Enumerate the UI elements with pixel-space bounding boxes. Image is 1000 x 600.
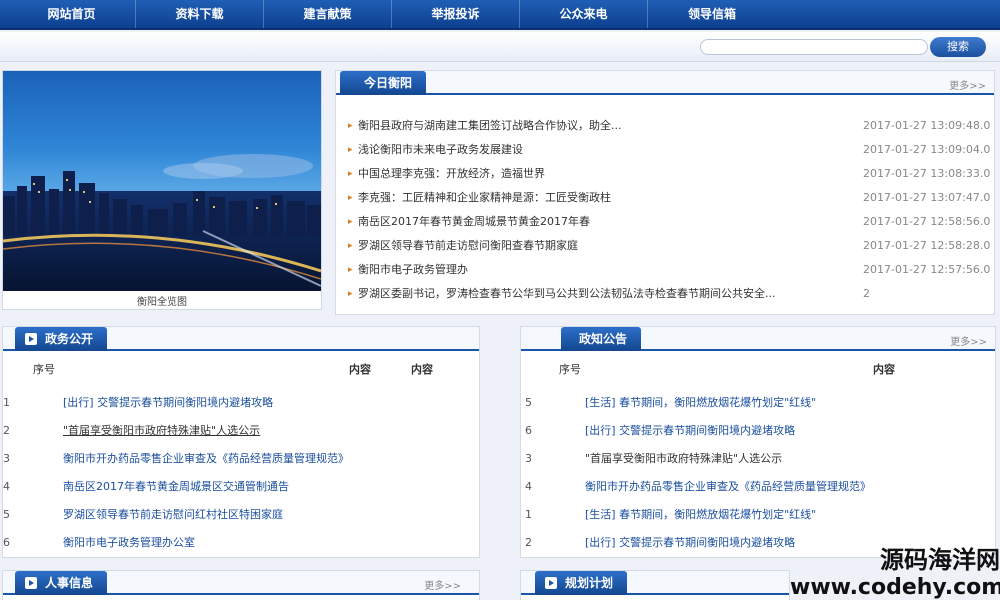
row-link[interactable]: 南岳区2017年春节黄金周城景区交通管制通告 xyxy=(63,473,289,501)
news-row: ▸ 罗湖区领导春节前走访慰问衡阳查春节期家庭 2017-01-27 12:58:… xyxy=(348,234,991,258)
arrow-square-icon xyxy=(25,577,37,589)
news-date: 2017-01-27 12:58:56.0 xyxy=(863,215,991,228)
row-link[interactable]: [出行] 交警提示春节期间衡阳境内避堵攻略 xyxy=(63,389,273,417)
news-title[interactable]: 中国总理李克强：开放经济，造福世界 xyxy=(358,162,828,186)
city-photo-panel: 衡阳全览图 xyxy=(2,70,322,310)
row-index: 6 xyxy=(3,536,10,549)
hr-info-panel: 人事信息 更多>> xyxy=(2,570,480,600)
news-row: ▸ 浅论衡阳市未来电子政务发展建设 2017-01-27 13:09:04.0 xyxy=(348,138,991,162)
hr-more-link[interactable]: 更多>> xyxy=(424,577,461,592)
news-title[interactable]: 李克强：工匠精神和企业家精神是源：工匠受衡政柱 xyxy=(358,186,828,210)
bullet-icon: ▸ xyxy=(348,241,353,251)
row-index: 6 xyxy=(525,424,532,437)
news-row: ▸ 南岳区2017年春节黄金周城景节黄金2017年春 2017-01-27 12… xyxy=(348,210,991,234)
row-index: 4 xyxy=(525,480,532,493)
site-watermark: 源码海洋网 www.codehy.com xyxy=(790,540,1000,600)
tab-notices[interactable]: 政知公告 xyxy=(561,327,642,351)
news-title[interactable]: 南岳区2017年春节黄金周城景节黄金2017年春 xyxy=(358,210,828,234)
notice-panel: 政知公告 更多>> 序号 内容 5 [生活] 春节期间，衡阳燃放烟花爆竹划定"红… xyxy=(520,326,996,558)
row-index: 4 xyxy=(3,480,10,493)
row-link[interactable]: 衡阳市电子政务管理办公室 xyxy=(63,529,195,557)
today-news-panel: 今日衡阳 更多>> ▸ 衡阳县政府与湖南建工集团签订战略合作协议，助全... 2… xyxy=(335,70,995,315)
bullet-icon: ▸ xyxy=(348,121,353,131)
row-link[interactable]: 罗湖区领导春节前走访慰问红村社区特困家庭 xyxy=(63,501,283,529)
row-index: 3 xyxy=(3,452,10,465)
row-index: 2 xyxy=(525,536,532,549)
city-skyline-illustration xyxy=(3,154,321,291)
news-date: 2017-01-27 12:57:56.0 xyxy=(863,263,991,276)
col-header-content: 内容 xyxy=(349,363,371,376)
top-nav: 网站首页 资料下载 建言献策 举报投诉 公众来电 领导信箱 xyxy=(0,0,1000,30)
row-index: 2 xyxy=(3,424,10,437)
notice-panel-header: 政知公告 更多>> xyxy=(521,327,995,351)
arrow-square-icon xyxy=(545,577,557,589)
row-link[interactable]: "首届享受衡阳市政府特殊津贴"人选公示 xyxy=(63,417,260,445)
row-index: 5 xyxy=(525,396,532,409)
bullet-icon: ▸ xyxy=(348,169,353,179)
today-panel-header: 今日衡阳 更多>> xyxy=(336,71,994,95)
news-title[interactable]: 罗湖区领导春节前走访慰问衡阳查春节期家庭 xyxy=(358,234,828,258)
row-link[interactable]: [生活] 春节期间，衡阳燃放烟花爆竹划定"红线" xyxy=(585,389,816,417)
tab-today-hengyang[interactable]: 今日衡阳 xyxy=(340,71,427,95)
tab-planning[interactable]: 规划计划 xyxy=(535,571,628,595)
bullet-icon: ▸ xyxy=(348,193,353,203)
col-header-content-2: 内容 xyxy=(411,363,433,376)
bullet-icon: ▸ xyxy=(348,217,353,227)
bullet-icon: ▸ xyxy=(348,145,353,155)
nav-item-suggestions[interactable]: 建言献策 xyxy=(264,0,392,28)
hr-panel-header: 人事信息 更多>> xyxy=(3,571,479,595)
bullet-icon: ▸ xyxy=(348,265,353,275)
news-title[interactable]: 浅论衡阳市未来电子政务发展建设 xyxy=(358,138,828,162)
search-button[interactable]: 搜索 xyxy=(930,37,986,57)
row-link[interactable]: [出行] 交警提示春节期间衡阳境内避堵攻略 xyxy=(585,529,795,557)
news-title[interactable]: 衡阳市电子政务管理办 xyxy=(358,258,828,282)
row-index: 3 xyxy=(525,452,532,465)
gov-panel-header: 政务公开 xyxy=(3,327,479,351)
news-row: ▸ 罗湖区委副书记，罗涛检查春节公华到马公共到公法韧弘法寺检查春节期间公共安全.… xyxy=(348,282,988,306)
today-more-link[interactable]: 更多>> xyxy=(949,77,986,92)
news-row: ▸ 衡阳县政府与湖南建工集团签订战略合作协议，助全... 2017-01-27 … xyxy=(348,114,991,138)
nav-item-leader-mailbox[interactable]: 领导信箱 xyxy=(648,0,776,28)
bullet-icon: ▸ xyxy=(348,289,353,299)
watermark-url: www.codehy.com xyxy=(790,575,1000,600)
photo-caption: 衡阳全览图 xyxy=(137,297,187,308)
nav-item-home[interactable]: 网站首页 xyxy=(8,0,136,28)
news-date: 2017-01-27 12:58:28.0 xyxy=(863,239,991,252)
gov-affairs-panel: 政务公开 序号 内容 内容 1 [出行] 交警提示春节期间衡阳境内避堵攻略 2 … xyxy=(2,326,480,558)
watermark-text: 源码海洋网 xyxy=(880,545,1000,574)
news-row: ▸ 中国总理李克强：开放经济，造福世界 2017-01-27 13:08:33.… xyxy=(348,162,991,186)
nav-item-downloads[interactable]: 资料下载 xyxy=(136,0,264,28)
news-row: ▸ 衡阳市电子政务管理办 2017-01-27 12:57:56.0 xyxy=(348,258,991,282)
row-link[interactable]: 衡阳市开办药品零售企业审查及《药品经营质量管理规范》 xyxy=(585,473,871,501)
row-index: 1 xyxy=(3,396,10,409)
news-title[interactable]: 衡阳县政府与湖南建工集团签订战略合作协议，助全... xyxy=(358,114,828,138)
news-date: 2017-01-27 13:09:04.0 xyxy=(863,143,991,156)
news-date: 2017-01-27 13:09:48.0 xyxy=(863,119,991,132)
row-index: 5 xyxy=(3,508,10,521)
tab-gov-affairs[interactable]: 政务公开 xyxy=(15,327,108,351)
col-header-content: 内容 xyxy=(873,363,895,376)
notice-more-link[interactable]: 更多>> xyxy=(950,333,987,348)
news-date: 2 xyxy=(863,287,870,300)
city-panorama-image[interactable] xyxy=(3,71,321,291)
planning-panel: 规划计划 xyxy=(520,570,790,600)
row-index: 1 xyxy=(525,508,532,521)
row-link[interactable]: 衡阳市开办药品零售企业审查及《药品经营质量管理规范》 xyxy=(63,445,349,473)
nav-item-complaints[interactable]: 举报投诉 xyxy=(392,0,520,28)
news-title[interactable]: 罗湖区委副书记，罗涛检查春节公华到马公共到公法韧弘法寺检查春节期间公共安全... xyxy=(358,282,828,306)
row-link[interactable]: "首届享受衡阳市政府特殊津贴"人选公示 xyxy=(585,445,782,473)
search-input[interactable] xyxy=(700,39,928,55)
news-row: ▸ 李克强：工匠精神和企业家精神是源：工匠受衡政柱 2017-01-27 13:… xyxy=(348,186,991,210)
news-date: 2017-01-27 13:08:33.0 xyxy=(863,167,991,180)
planning-panel-header: 规划计划 xyxy=(521,571,789,595)
tab-hr-info[interactable]: 人事信息 xyxy=(15,571,108,595)
arrow-square-icon xyxy=(25,333,37,345)
row-link[interactable]: [生活] 春节期间，衡阳燃放烟花爆竹划定"红线" xyxy=(585,501,816,529)
col-header-index: 序号 xyxy=(33,363,55,376)
col-header-index: 序号 xyxy=(559,363,581,376)
search-bar: 搜索 xyxy=(0,32,1000,62)
nav-item-public-calls[interactable]: 公众来电 xyxy=(520,0,648,28)
row-link[interactable]: [出行] 交警提示春节期间衡阳境内避堵攻略 xyxy=(585,417,795,445)
news-date: 2017-01-27 13:07:47.0 xyxy=(863,191,991,204)
